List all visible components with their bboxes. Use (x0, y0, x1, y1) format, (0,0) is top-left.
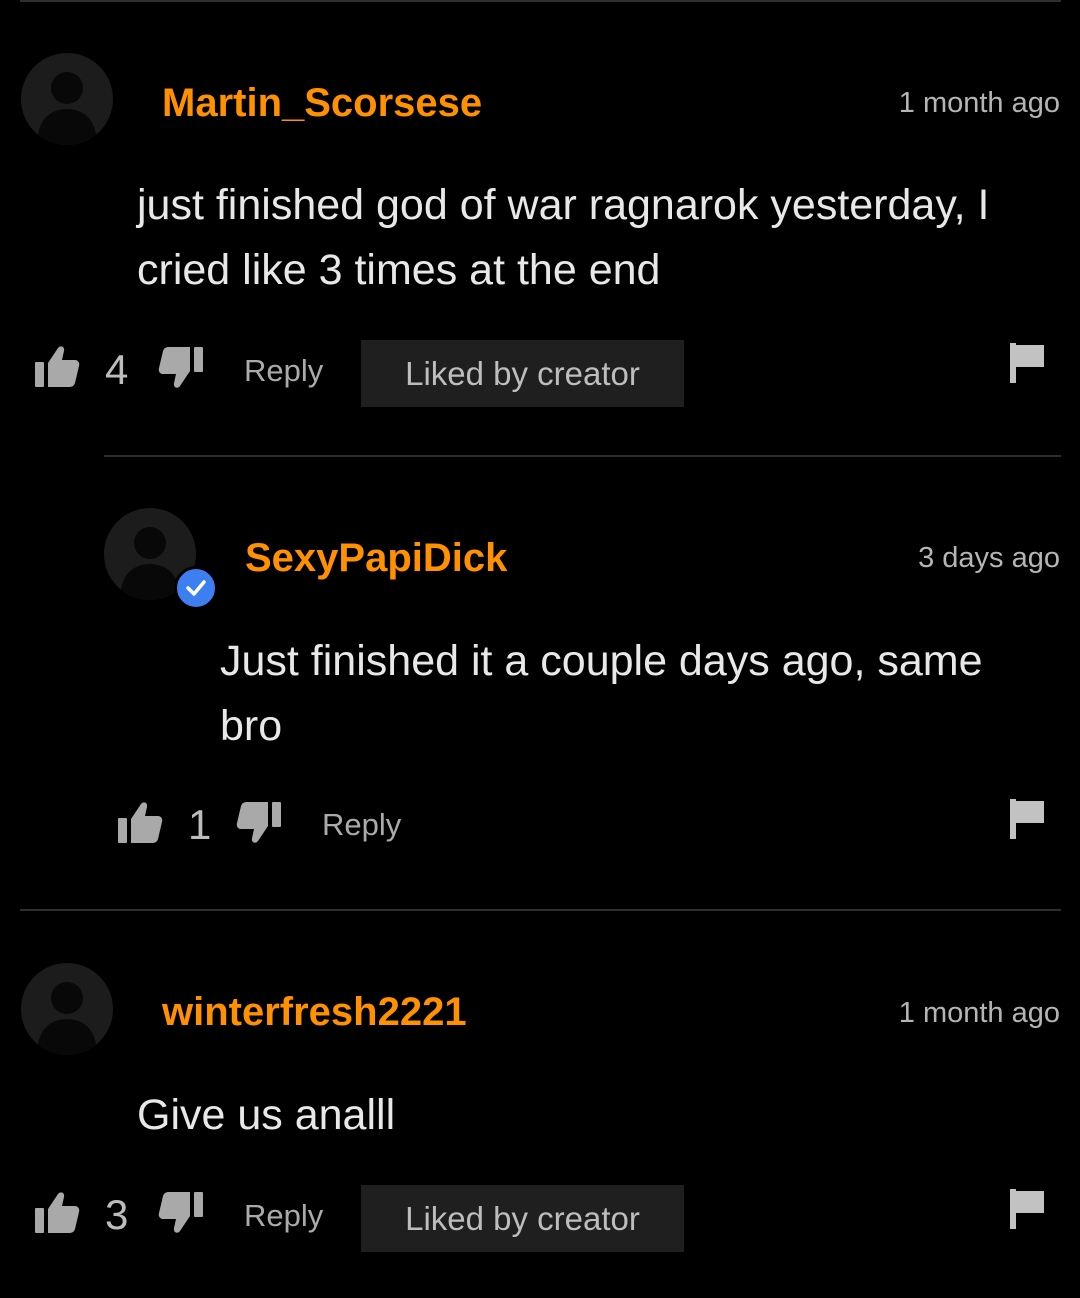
report-button[interactable] (1010, 799, 1046, 839)
dislike-button[interactable] (158, 346, 204, 390)
thumbs-down-icon (158, 347, 203, 388)
flag-icon (1010, 343, 1044, 383)
report-button[interactable] (1010, 1189, 1046, 1229)
like-button[interactable] (117, 800, 163, 844)
dislike-button[interactable] (158, 1191, 204, 1235)
thumbs-up-icon (35, 346, 80, 387)
comment-timestamp: 1 month ago (898, 997, 1060, 1029)
top-divider (20, 0, 1061, 2)
reply-divider (104, 455, 1061, 457)
comment-timestamp: 1 month ago (898, 87, 1060, 119)
avatar[interactable] (21, 963, 113, 1055)
user-silhouette-icon (37, 72, 97, 145)
thumbs-down-icon (158, 1192, 203, 1233)
comment-username[interactable]: Martin_Scorsese (162, 79, 482, 127)
avatar[interactable] (21, 53, 113, 145)
thumbs-down-icon (236, 802, 281, 843)
liked-by-creator-badge: Liked by creator (361, 1185, 684, 1252)
reply-button[interactable]: Reply (244, 1196, 323, 1236)
liked-by-creator-badge: Liked by creator (361, 340, 684, 407)
comment-timestamp: 3 days ago (918, 542, 1060, 574)
reply-button[interactable]: Reply (244, 351, 323, 391)
verified-badge (174, 566, 218, 610)
flag-icon (1010, 1189, 1044, 1229)
like-button[interactable] (34, 1190, 80, 1234)
comment-divider (20, 909, 1061, 911)
like-count: 1 (188, 801, 212, 848)
like-count: 4 (105, 346, 129, 393)
reply-button[interactable]: Reply (322, 805, 401, 845)
like-count: 3 (105, 1191, 129, 1238)
thumbs-up-icon (35, 1192, 80, 1233)
comment-text: just finished god of war ragnarok yester… (137, 181, 990, 294)
comment-text: Give us analll (137, 1091, 396, 1139)
like-button[interactable] (34, 344, 80, 388)
comment-username[interactable]: SexyPapiDick (245, 534, 507, 582)
checkmark-icon (186, 580, 206, 596)
comment-username[interactable]: winterfresh2221 (162, 988, 467, 1036)
user-silhouette-icon (37, 982, 97, 1055)
thumbs-up-icon (118, 802, 163, 843)
dislike-button[interactable] (236, 801, 282, 845)
flag-icon (1010, 799, 1044, 839)
report-button[interactable] (1010, 343, 1046, 383)
comment-text: Just finished it a couple days ago, same… (220, 637, 983, 750)
